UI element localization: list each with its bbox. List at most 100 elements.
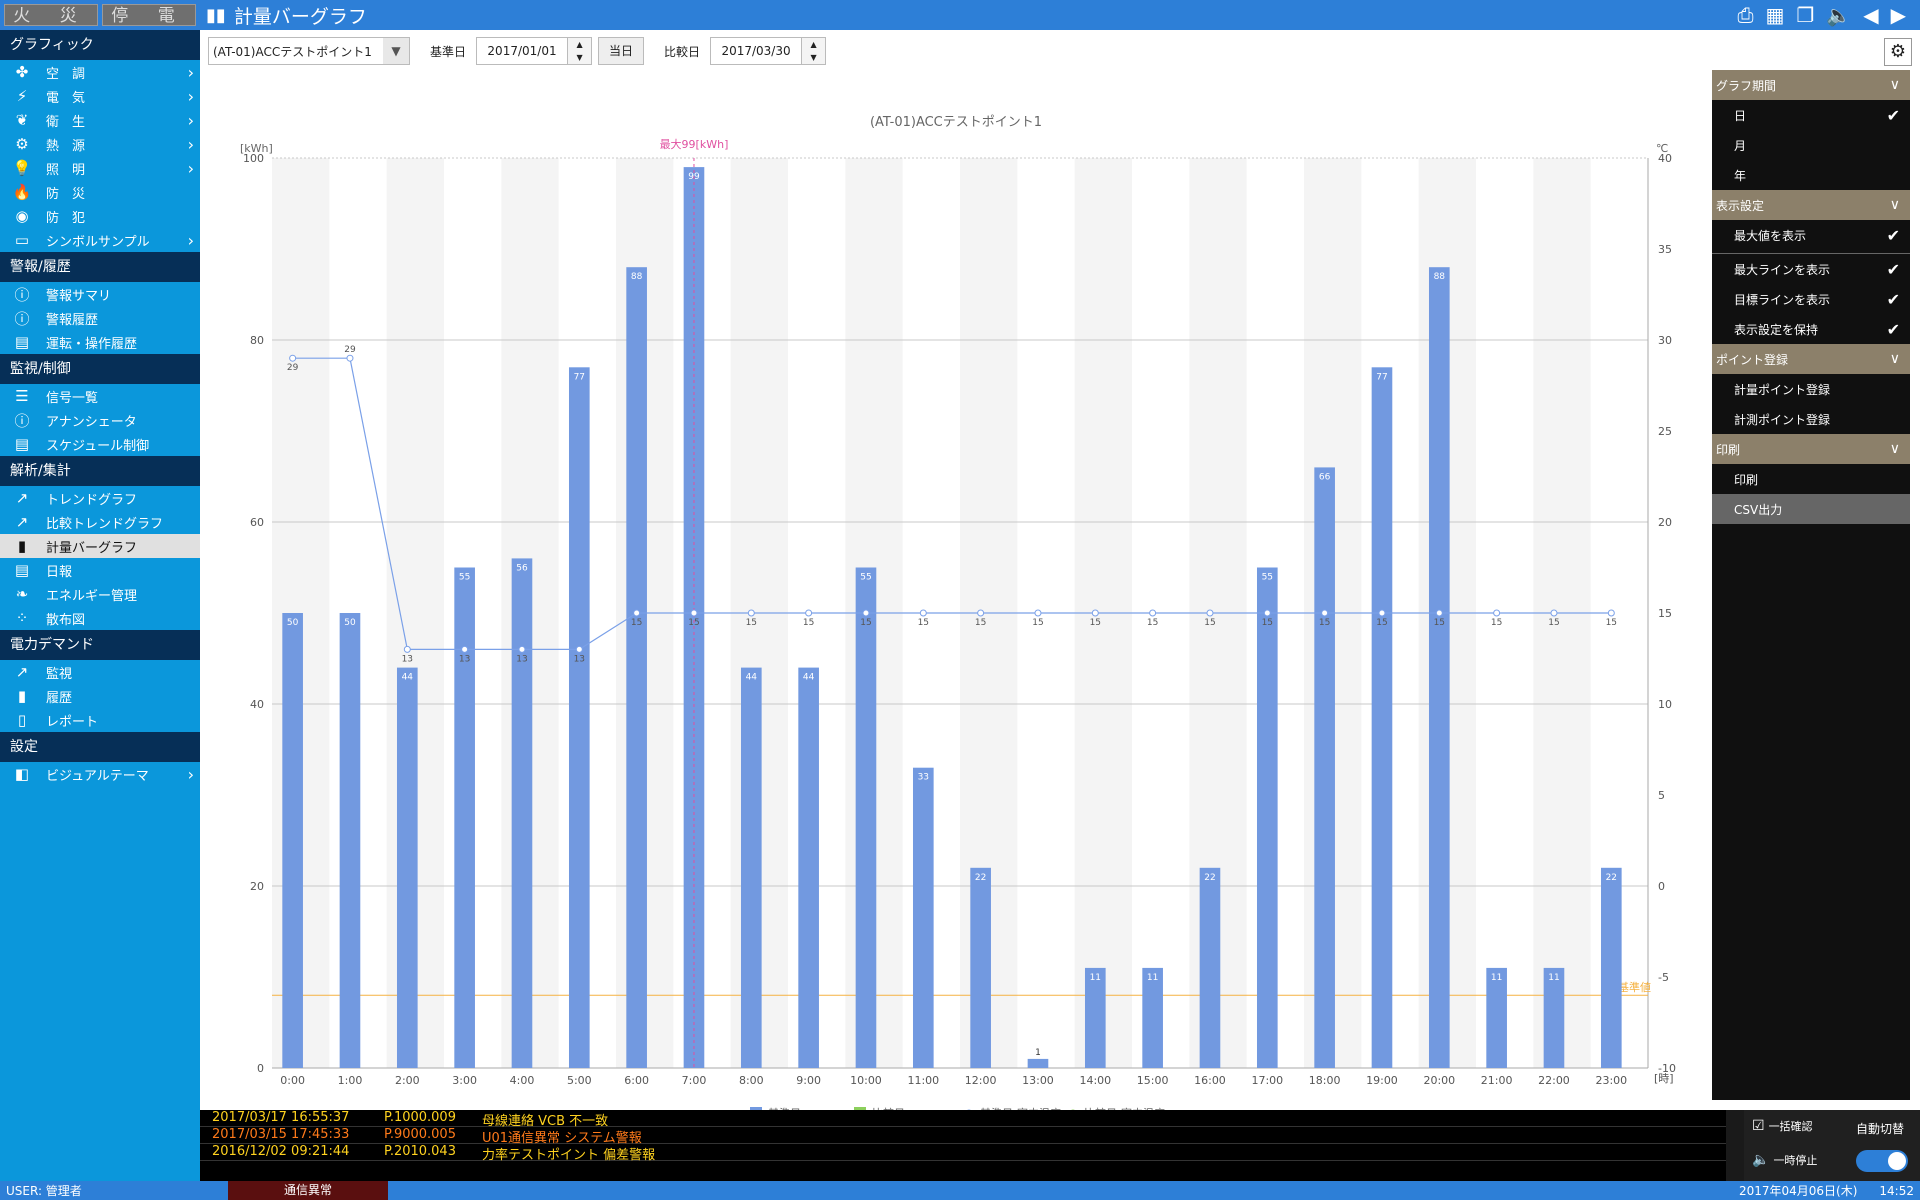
sidebar-item[interactable]: ◧ ビジュアルテーマ › [0, 762, 200, 786]
sidebar-item[interactable]: ▤ 日報 [0, 558, 200, 582]
sidebar-item[interactable]: ▤ スケジュール制御 [0, 432, 200, 456]
temperature-line [292, 357, 1612, 651]
sidebar-item[interactable]: ⓘ 警報履歴 [0, 306, 200, 330]
chevron-down-icon[interactable]: ▼ [383, 38, 409, 64]
sidebar-item[interactable]: ❧ エネルギー管理 [0, 582, 200, 606]
alarm-row[interactable]: 2017/03/17 16:55:37 P.1000.009 母線連絡 VCB 不一… [200, 1110, 1744, 1129]
panel-option-label: 年 [1734, 168, 1747, 183]
alarm-row[interactable]: 2017/03/15 17:45:33 P.9000.005 U01通信異常 システ… [200, 1127, 1744, 1146]
temperature-point [1550, 609, 1558, 617]
alarm-row[interactable]: 2016/12/02 09:21:44 P.2010.043 力率テストポイント 偏… [200, 1144, 1744, 1163]
panel-option[interactable]: 表示設定を保持 ✔ [1712, 314, 1910, 344]
speaker-icon[interactable]: 🔈 [1826, 3, 1851, 27]
panel-section-header[interactable]: ポイント登録 ∨ [1712, 344, 1910, 374]
alarm-point: P.9000.005 [384, 1127, 456, 1142]
bar-base-day [798, 667, 819, 1068]
alarm-scrollbar[interactable] [1726, 1110, 1744, 1181]
bar-data-label: 55 [860, 573, 871, 583]
temperature-point [1321, 609, 1329, 617]
status-date: 2017年04月06日(木) [1738, 1184, 1858, 1198]
fire-alarm-button[interactable]: 火 災 [4, 4, 98, 26]
chevron-down-icon: ∨ [1889, 197, 1900, 213]
panel-option[interactable]: CSV出力 [1712, 494, 1910, 524]
temperature-data-label: 13 [574, 654, 585, 664]
temperature-point [1206, 609, 1214, 617]
temperature-point [289, 354, 297, 362]
panel-option[interactable]: 最大ラインを表示 ✔ [1712, 254, 1910, 284]
compare-date-field[interactable]: 2017/03/30 ▲ ▼ [710, 37, 827, 65]
chevron-right-icon: › [187, 158, 194, 178]
spin-up-icon[interactable]: ▲ [810, 40, 816, 49]
sidebar-item[interactable]: ⓘ 警報サマリ [0, 282, 200, 306]
sidebar-item[interactable]: ▮ 履歴 [0, 684, 200, 708]
sidebar-item[interactable]: ☰ 信号一覧 [0, 384, 200, 408]
print-icon[interactable]: ⎙ [1737, 3, 1753, 27]
temperature-data-label: 15 [1548, 618, 1559, 628]
sidebar-item[interactable]: ❦ 衛 生 › [0, 108, 200, 132]
alarm-point: P.2010.043 [384, 1144, 456, 1159]
confirm-all-button[interactable]: ☑ 一括確認 [1752, 1118, 1813, 1134]
temperature-point [633, 609, 641, 617]
sidebar-item[interactable]: ⓘ アナンシェータ [0, 408, 200, 432]
sidebar-item[interactable]: ◉ 防 犯 [0, 204, 200, 228]
pause-button[interactable]: 🔈 一時停止 [1752, 1152, 1817, 1168]
sidebar-item[interactable]: ⁘ 散布図 [0, 606, 200, 630]
power-outage-button[interactable]: 停 電 [102, 4, 196, 26]
sidebar-item[interactable]: 🔥 防 災 [0, 180, 200, 204]
bar-base-day [912, 767, 934, 1068]
window-icon[interactable]: ❐ [1796, 3, 1814, 27]
panel-option[interactable]: 月 [1712, 130, 1910, 160]
panel-option[interactable]: 計量ポイント登録 [1712, 374, 1910, 404]
spin-up-icon[interactable]: ▲ [576, 40, 582, 49]
spin-down-icon[interactable]: ▼ [576, 53, 582, 62]
temperature-point [518, 645, 526, 653]
compare-date-spinner[interactable]: ▲ ▼ [801, 38, 826, 64]
auto-switch-toggle[interactable] [1856, 1150, 1908, 1172]
sidebar-item[interactable]: ✤ 空 調 › [0, 60, 200, 84]
x-tick-label: 3:00 [452, 1074, 477, 1087]
panel-option[interactable]: 年 [1712, 160, 1910, 190]
panel-section-header[interactable]: 表示設定 ∨ [1712, 190, 1910, 220]
base-date-spinner[interactable]: ▲ ▼ [567, 38, 592, 64]
toggle-knob [1888, 1152, 1906, 1170]
x-tick-label: 21:00 [1481, 1074, 1513, 1087]
grid-icon[interactable]: ▦ [1765, 3, 1784, 27]
bar-base-day [740, 667, 762, 1068]
sidebar-item[interactable]: ⚡ 電 気 › [0, 84, 200, 108]
sidebar-item-label: 比較トレンドグラフ [46, 516, 164, 532]
scatter-icon: ⁘ [15, 609, 29, 627]
panel-option[interactable]: 計測ポイント登録 [1712, 404, 1910, 434]
today-button[interactable]: 当日 [598, 37, 645, 65]
sidebar-item[interactable]: ⚙ 熱 源 › [0, 132, 200, 156]
bar-data-label: 44 [746, 673, 758, 683]
panel-option[interactable]: 目標ラインを表示 ✔ [1712, 284, 1910, 314]
sidebar-item[interactable]: ▤ 運転・操作履歴 [0, 330, 200, 354]
bar-base-day [970, 867, 991, 1068]
spin-down-icon[interactable]: ▼ [810, 53, 816, 62]
panel-section-header[interactable]: グラフ期間 ∨ [1712, 70, 1910, 100]
comm-error-badge[interactable]: 通信異常 [228, 1181, 388, 1200]
panel-option[interactable]: 印刷 [1712, 464, 1910, 494]
panel-section-header[interactable]: 印刷 ∨ [1712, 434, 1910, 464]
max-label: 最大99[kWh] [660, 137, 729, 151]
panel-option[interactable]: 最大値を表示 ✔ [1712, 220, 1910, 250]
settings-gear-button[interactable]: ⚙ [1884, 38, 1912, 66]
sidebar-item-label: 日報 [46, 564, 73, 580]
sidebar-item[interactable]: ↗ 監視 [0, 660, 200, 684]
base-date-field[interactable]: 2017/01/01 ▲ ▼ [476, 37, 593, 65]
theme-icon: ◧ [14, 765, 30, 783]
point-select[interactable]: (AT-01)ACCテストポイント1 ▼ [208, 37, 410, 65]
sidebar-item[interactable]: 💡 照 明 › [0, 156, 200, 180]
leaf-icon: ❦ [15, 111, 29, 129]
sidebar-item[interactable]: ▮ 計量バーグラフ [0, 534, 200, 558]
y-tick-label: 80 [250, 334, 264, 347]
forward-icon[interactable]: ▶ [1891, 3, 1906, 27]
sidebar-item[interactable]: ↗ 比較トレンドグラフ [0, 510, 200, 534]
check-icon: ✔ [1886, 289, 1900, 309]
sidebar-item[interactable]: ▯ レポート [0, 708, 200, 732]
back-icon[interactable]: ◀ [1863, 3, 1878, 27]
bar-data-label: 44 [402, 673, 414, 683]
panel-option[interactable]: 日 ✔ [1712, 100, 1910, 130]
sidebar-item[interactable]: ↗ トレンドグラフ [0, 486, 200, 510]
sidebar-item[interactable]: ▭ シンボルサンプル › [0, 228, 200, 252]
